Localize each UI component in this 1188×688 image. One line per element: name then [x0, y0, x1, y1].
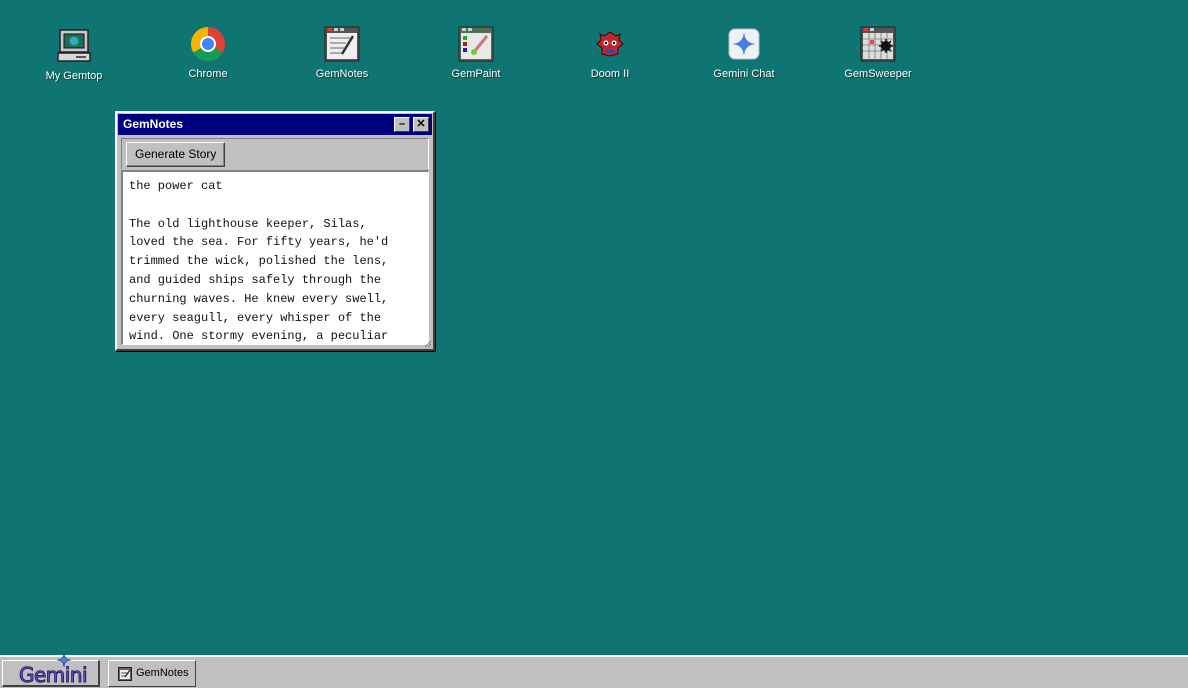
start-button-label: Gemini — [18, 663, 88, 687]
close-button[interactable]: ✕ — [413, 117, 429, 132]
desktop-icon-chrome[interactable]: Chrome — [158, 24, 258, 80]
chrome-icon — [191, 27, 225, 61]
sparkle-icon — [57, 653, 71, 667]
doom-icon — [596, 31, 624, 57]
window-titlebar[interactable]: GemNotes – ✕ — [118, 114, 432, 135]
desktop-icon-doom-ii[interactable]: Doom II — [560, 24, 660, 80]
generate-story-button[interactable]: Generate Story — [126, 142, 226, 167]
desktop-icon-gemsweeper[interactable]: GemSweeper — [828, 24, 928, 80]
taskbar-item-gemnotes[interactable]: GemNotes — [108, 660, 196, 687]
desktop-icon-my-gemtop[interactable]: My Gemtop — [24, 26, 124, 82]
computer-icon — [57, 29, 91, 62]
notepad-icon — [118, 667, 132, 681]
gemini-chat-icon — [728, 28, 760, 60]
taskbar: Gemini GemNotes — [0, 653, 1188, 688]
minesweeper-icon — [860, 26, 896, 62]
desktop-icon-gemini-chat[interactable]: Gemini Chat — [694, 24, 794, 80]
gemnotes-window[interactable]: GemNotes – ✕ Generate Story the power ca… — [115, 111, 435, 351]
desktop-icon-label: Gemini Chat — [713, 68, 775, 80]
desktop-icon-label: GemPaint — [451, 68, 501, 80]
window-toolbar: Generate Story — [121, 138, 429, 169]
desktop-icon-gempaint[interactable]: GemPaint — [426, 24, 526, 80]
desktop-icon-label: GemNotes — [315, 68, 369, 80]
desktop-icon-label: My Gemtop — [45, 70, 103, 82]
desktop-icon-label: Chrome — [188, 68, 228, 80]
minimize-button[interactable]: – — [394, 117, 410, 132]
taskbar-item-label: GemNotes — [136, 667, 189, 679]
desktop-icon-gemnotes[interactable]: GemNotes — [292, 24, 392, 80]
start-button[interactable]: Gemini — [2, 653, 100, 687]
desktop-icon-label: Doom II — [590, 68, 630, 80]
window-title: GemNotes — [123, 117, 184, 131]
desktop-icon-label: GemSweeper — [844, 68, 912, 80]
paint-icon — [458, 26, 494, 62]
notes-text-area[interactable]: the power cat The old lighthouse keeper,… — [121, 170, 429, 345]
notepad-icon — [324, 26, 360, 62]
resize-grip-icon[interactable] — [424, 340, 432, 348]
